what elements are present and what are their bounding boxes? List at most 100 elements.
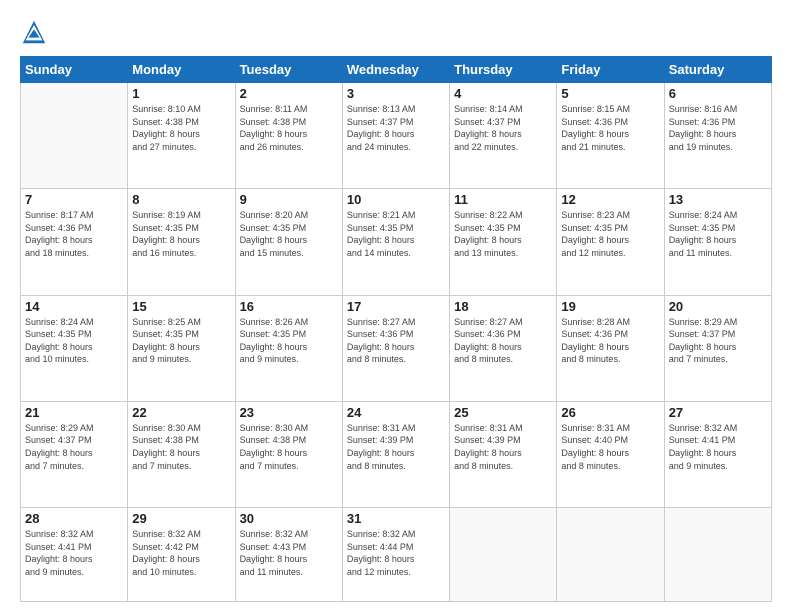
day-number: 15 bbox=[132, 299, 230, 314]
calendar-cell: 23 Sunrise: 8:30 AM Sunset: 4:38 PM Dayli… bbox=[235, 401, 342, 507]
calendar-cell: 10 Sunrise: 8:21 AM Sunset: 4:35 PM Dayli… bbox=[342, 189, 449, 295]
day-number: 31 bbox=[347, 511, 445, 526]
day-info: Sunrise: 8:32 AM Sunset: 4:43 PM Dayligh… bbox=[240, 528, 338, 578]
day-info: Sunrise: 8:20 AM Sunset: 4:35 PM Dayligh… bbox=[240, 209, 338, 259]
calendar-cell: 1 Sunrise: 8:10 AM Sunset: 4:38 PM Daylig… bbox=[128, 83, 235, 189]
calendar-cell: 7 Sunrise: 8:17 AM Sunset: 4:36 PM Daylig… bbox=[21, 189, 128, 295]
weekday-header-friday: Friday bbox=[557, 57, 664, 83]
calendar-cell: 31 Sunrise: 8:32 AM Sunset: 4:44 PM Dayli… bbox=[342, 508, 449, 602]
calendar-cell: 11Sunrise: 8:22 AM Sunset: 4:35 PM Dayli… bbox=[450, 189, 557, 295]
day-info: Sunrise: 8:30 AM Sunset: 4:38 PM Dayligh… bbox=[240, 422, 338, 472]
day-info: Sunrise: 8:31 AM Sunset: 4:39 PM Dayligh… bbox=[454, 422, 552, 472]
day-number: 24 bbox=[347, 405, 445, 420]
calendar-cell: 29 Sunrise: 8:32 AM Sunset: 4:42 PM Dayli… bbox=[128, 508, 235, 602]
day-number: 1 bbox=[132, 86, 230, 101]
calendar-cell: 28Sunrise: 8:32 AM Sunset: 4:41 PM Dayli… bbox=[21, 508, 128, 602]
day-info: Sunrise: 8:30 AM Sunset: 4:38 PM Dayligh… bbox=[132, 422, 230, 472]
day-info: Sunrise: 8:21 AM Sunset: 4:35 PM Dayligh… bbox=[347, 209, 445, 259]
day-info: Sunrise: 8:24 AM Sunset: 4:35 PM Dayligh… bbox=[669, 209, 767, 259]
day-number: 29 bbox=[132, 511, 230, 526]
calendar-cell: 25 Sunrise: 8:31 AM Sunset: 4:39 PM Dayli… bbox=[450, 401, 557, 507]
weekday-header-sunday: Sunday bbox=[21, 57, 128, 83]
calendar-week-4: 21Sunrise: 8:29 AM Sunset: 4:37 PM Dayli… bbox=[21, 401, 772, 507]
weekday-header-row: SundayMondayTuesdayWednesdayThursdayFrid… bbox=[21, 57, 772, 83]
day-info: Sunrise: 8:25 AM Sunset: 4:35 PM Dayligh… bbox=[132, 316, 230, 366]
calendar-cell: 30 Sunrise: 8:32 AM Sunset: 4:43 PM Dayli… bbox=[235, 508, 342, 602]
day-info: Sunrise: 8:14 AM Sunset: 4:37 PM Dayligh… bbox=[454, 103, 552, 153]
day-info: Sunrise: 8:31 AM Sunset: 4:40 PM Dayligh… bbox=[561, 422, 659, 472]
day-number: 23 bbox=[240, 405, 338, 420]
day-number: 30 bbox=[240, 511, 338, 526]
calendar-cell: 24Sunrise: 8:31 AM Sunset: 4:39 PM Dayli… bbox=[342, 401, 449, 507]
calendar-cell: 13 Sunrise: 8:24 AM Sunset: 4:35 PM Dayli… bbox=[664, 189, 771, 295]
calendar-cell bbox=[21, 83, 128, 189]
calendar-cell: 2 Sunrise: 8:11 AM Sunset: 4:38 PM Daylig… bbox=[235, 83, 342, 189]
day-number: 12 bbox=[561, 192, 659, 207]
calendar-week-1: 1 Sunrise: 8:10 AM Sunset: 4:38 PM Daylig… bbox=[21, 83, 772, 189]
calendar-cell bbox=[664, 508, 771, 602]
day-info: Sunrise: 8:19 AM Sunset: 4:35 PM Dayligh… bbox=[132, 209, 230, 259]
calendar-cell: 16 Sunrise: 8:26 AM Sunset: 4:35 PM Dayli… bbox=[235, 295, 342, 401]
calendar-cell: 3 Sunrise: 8:13 AM Sunset: 4:37 PM Daylig… bbox=[342, 83, 449, 189]
day-number: 6 bbox=[669, 86, 767, 101]
day-info: Sunrise: 8:11 AM Sunset: 4:38 PM Dayligh… bbox=[240, 103, 338, 153]
day-info: Sunrise: 8:32 AM Sunset: 4:41 PM Dayligh… bbox=[25, 528, 123, 578]
day-number: 22 bbox=[132, 405, 230, 420]
calendar-cell: 27 Sunrise: 8:32 AM Sunset: 4:41 PM Dayli… bbox=[664, 401, 771, 507]
day-number: 18 bbox=[454, 299, 552, 314]
day-info: Sunrise: 8:28 AM Sunset: 4:36 PM Dayligh… bbox=[561, 316, 659, 366]
day-number: 5 bbox=[561, 86, 659, 101]
day-info: Sunrise: 8:32 AM Sunset: 4:41 PM Dayligh… bbox=[669, 422, 767, 472]
calendar-cell: 22 Sunrise: 8:30 AM Sunset: 4:38 PM Dayli… bbox=[128, 401, 235, 507]
day-info: Sunrise: 8:15 AM Sunset: 4:36 PM Dayligh… bbox=[561, 103, 659, 153]
day-number: 9 bbox=[240, 192, 338, 207]
day-info: Sunrise: 8:13 AM Sunset: 4:37 PM Dayligh… bbox=[347, 103, 445, 153]
calendar-cell: 8 Sunrise: 8:19 AM Sunset: 4:35 PM Daylig… bbox=[128, 189, 235, 295]
day-number: 26 bbox=[561, 405, 659, 420]
day-info: Sunrise: 8:26 AM Sunset: 4:35 PM Dayligh… bbox=[240, 316, 338, 366]
day-number: 3 bbox=[347, 86, 445, 101]
weekday-header-monday: Monday bbox=[128, 57, 235, 83]
day-info: Sunrise: 8:23 AM Sunset: 4:35 PM Dayligh… bbox=[561, 209, 659, 259]
calendar-cell: 12 Sunrise: 8:23 AM Sunset: 4:35 PM Dayli… bbox=[557, 189, 664, 295]
calendar-cell: 5 Sunrise: 8:15 AM Sunset: 4:36 PM Daylig… bbox=[557, 83, 664, 189]
day-info: Sunrise: 8:17 AM Sunset: 4:36 PM Dayligh… bbox=[25, 209, 123, 259]
calendar-table: SundayMondayTuesdayWednesdayThursdayFrid… bbox=[20, 56, 772, 602]
calendar-cell: 19 Sunrise: 8:28 AM Sunset: 4:36 PM Dayli… bbox=[557, 295, 664, 401]
calendar-cell: 4 Sunrise: 8:14 AM Sunset: 4:37 PM Daylig… bbox=[450, 83, 557, 189]
day-info: Sunrise: 8:32 AM Sunset: 4:42 PM Dayligh… bbox=[132, 528, 230, 578]
logo bbox=[20, 18, 50, 46]
day-info: Sunrise: 8:10 AM Sunset: 4:38 PM Dayligh… bbox=[132, 103, 230, 153]
weekday-header-tuesday: Tuesday bbox=[235, 57, 342, 83]
logo-icon bbox=[20, 18, 48, 46]
day-number: 19 bbox=[561, 299, 659, 314]
day-number: 7 bbox=[25, 192, 123, 207]
day-number: 27 bbox=[669, 405, 767, 420]
day-info: Sunrise: 8:27 AM Sunset: 4:36 PM Dayligh… bbox=[454, 316, 552, 366]
day-info: Sunrise: 8:16 AM Sunset: 4:36 PM Dayligh… bbox=[669, 103, 767, 153]
calendar-cell: 6 Sunrise: 8:16 AM Sunset: 4:36 PM Daylig… bbox=[664, 83, 771, 189]
calendar-cell bbox=[557, 508, 664, 602]
calendar-cell: 21Sunrise: 8:29 AM Sunset: 4:37 PM Dayli… bbox=[21, 401, 128, 507]
day-number: 14 bbox=[25, 299, 123, 314]
weekday-header-thursday: Thursday bbox=[450, 57, 557, 83]
day-info: Sunrise: 8:29 AM Sunset: 4:37 PM Dayligh… bbox=[25, 422, 123, 472]
calendar-week-2: 7 Sunrise: 8:17 AM Sunset: 4:36 PM Daylig… bbox=[21, 189, 772, 295]
day-info: Sunrise: 8:32 AM Sunset: 4:44 PM Dayligh… bbox=[347, 528, 445, 578]
day-number: 20 bbox=[669, 299, 767, 314]
day-number: 2 bbox=[240, 86, 338, 101]
calendar-cell: 20 Sunrise: 8:29 AM Sunset: 4:37 PM Dayli… bbox=[664, 295, 771, 401]
day-number: 16 bbox=[240, 299, 338, 314]
weekday-header-saturday: Saturday bbox=[664, 57, 771, 83]
calendar-week-5: 28Sunrise: 8:32 AM Sunset: 4:41 PM Dayli… bbox=[21, 508, 772, 602]
calendar-week-3: 14Sunrise: 8:24 AM Sunset: 4:35 PM Dayli… bbox=[21, 295, 772, 401]
day-number: 4 bbox=[454, 86, 552, 101]
day-info: Sunrise: 8:29 AM Sunset: 4:37 PM Dayligh… bbox=[669, 316, 767, 366]
day-number: 10 bbox=[347, 192, 445, 207]
calendar-cell: 14Sunrise: 8:24 AM Sunset: 4:35 PM Dayli… bbox=[21, 295, 128, 401]
day-number: 11 bbox=[454, 192, 552, 207]
day-number: 13 bbox=[669, 192, 767, 207]
calendar-cell: 26 Sunrise: 8:31 AM Sunset: 4:40 PM Dayli… bbox=[557, 401, 664, 507]
day-number: 8 bbox=[132, 192, 230, 207]
day-number: 25 bbox=[454, 405, 552, 420]
